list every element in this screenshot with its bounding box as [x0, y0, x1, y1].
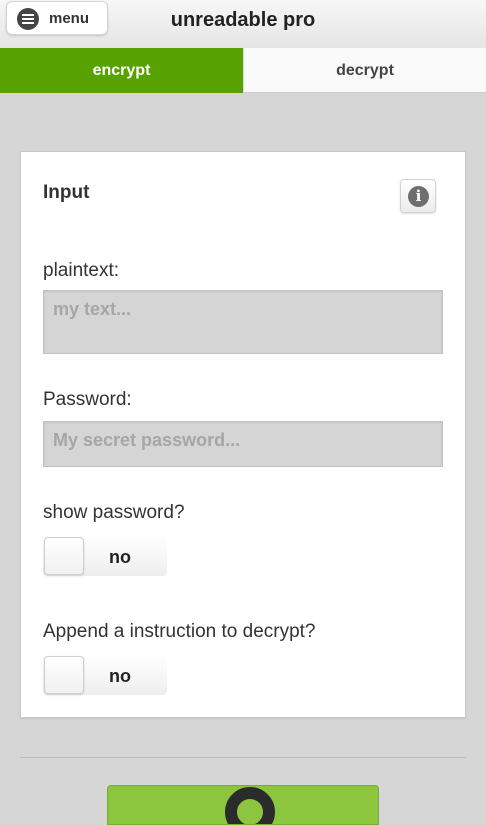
info-icon: i — [408, 186, 429, 207]
toggle-knob[interactable] — [44, 656, 84, 694]
password-input[interactable]: My secret password... — [43, 421, 443, 467]
toggle-state: no — [109, 547, 131, 567]
encrypt-action-button[interactable] — [107, 785, 379, 825]
toggle-state: no — [109, 666, 131, 686]
divider — [20, 757, 466, 758]
show-password-label: show password? — [43, 502, 185, 523]
show-password-toggle[interactable]: no — [43, 536, 167, 576]
app-header: menu unreadable pro — [0, 0, 486, 49]
password-label: Password: — [43, 389, 132, 410]
plaintext-input[interactable]: my text... — [43, 290, 443, 354]
tab-encrypt[interactable]: encrypt — [0, 48, 243, 93]
plaintext-placeholder: my text... — [53, 299, 132, 319]
password-placeholder: My secret password... — [53, 430, 241, 450]
toggle-knob[interactable] — [44, 537, 84, 575]
plaintext-label: plaintext: — [43, 260, 120, 281]
app-title: unreadable pro — [170, 9, 316, 31]
append-instruction-label: Append a instruction to decrypt? — [43, 621, 316, 642]
card-title: Input — [43, 182, 90, 203]
mode-tabs: encrypt decrypt — [0, 48, 486, 93]
info-button[interactable]: i — [400, 179, 436, 213]
lock-icon — [225, 787, 275, 824]
append-instruction-toggle[interactable]: no — [43, 655, 167, 695]
tab-decrypt[interactable]: decrypt — [243, 48, 486, 93]
input-card: Input i plaintext: my text... Password: … — [20, 151, 466, 718]
